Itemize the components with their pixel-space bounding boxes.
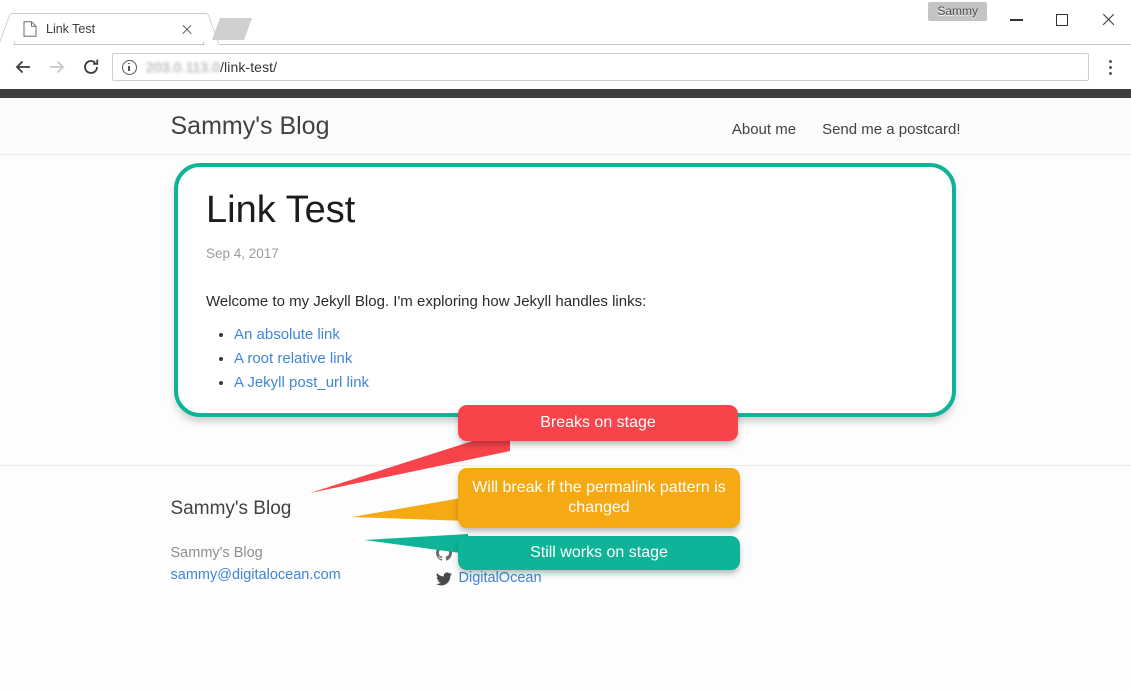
page-icon: [23, 21, 37, 37]
post-intro: Welcome to my Jekyll Blog. I'm exploring…: [206, 292, 647, 310]
browser-toolbar: 203.0.113.0/link-test/: [0, 44, 1131, 89]
forward-button[interactable]: [40, 50, 74, 84]
profile-chip[interactable]: Sammy: [928, 2, 987, 21]
page-viewport: Sammy's Blog About me Send me a postcard…: [0, 98, 1131, 692]
close-icon: [1101, 13, 1116, 28]
url-path: /link-test/: [220, 59, 278, 75]
address-bar[interactable]: 203.0.113.0/link-test/: [112, 53, 1089, 81]
url-host: 203.0.113.0: [146, 59, 221, 75]
callout-breaks-on-stage: Breaks on stage: [458, 405, 738, 441]
maximize-icon: [1056, 14, 1068, 26]
site-header: Sammy's Blog About me Send me a postcard…: [0, 98, 1131, 155]
minimize-icon: [1009, 19, 1023, 21]
info-icon[interactable]: [122, 59, 137, 75]
tab-close-icon[interactable]: [179, 21, 195, 37]
footer-email-link[interactable]: sammy@digitalocean.com: [171, 567, 341, 583]
browser-tab[interactable]: Link Test: [14, 13, 204, 44]
callout-text: Will break if the permalink pattern is c…: [472, 479, 726, 516]
nav-link-send-postcard[interactable]: Send me a postcard!: [822, 121, 960, 138]
post-title: Link Test: [206, 189, 356, 231]
three-dot-menu-icon[interactable]: [1095, 50, 1125, 84]
post-date: Sep 4, 2017: [206, 245, 279, 261]
nav-link-about-me[interactable]: About me: [732, 121, 796, 138]
list-item: An absolute link: [234, 326, 924, 343]
list-item: A root relative link: [234, 350, 924, 367]
link-root-relative[interactable]: A root relative link: [234, 350, 352, 367]
back-button[interactable]: [6, 50, 40, 84]
maximize-button[interactable]: [1039, 0, 1085, 40]
new-tab-button[interactable]: [211, 18, 253, 40]
callout-tail-teal: [364, 534, 468, 554]
reload-button[interactable]: [74, 50, 108, 84]
footer-twitter-row[interactable]: DigitalOcean: [435, 567, 586, 589]
callout-tail-orange: [352, 497, 467, 521]
forward-arrow-icon: [50, 60, 65, 74]
browser-window: Link Test Sammy 203.0.113.0/link-test/ S…: [0, 0, 1131, 692]
link-post-url[interactable]: A Jekyll post_url link: [234, 374, 369, 391]
site-nav: About me Send me a postcard!: [732, 121, 961, 138]
twitter-icon: [435, 571, 452, 587]
callout-still-works: Still works on stage: [458, 536, 740, 570]
callout-text: Breaks on stage: [540, 414, 656, 431]
footer-twitter-link[interactable]: DigitalOcean: [459, 567, 542, 589]
viewport-top-strip: [0, 89, 1131, 98]
callout-permalink-warning: Will break if the permalink pattern is c…: [458, 468, 740, 528]
site-title: Sammy's Blog: [170, 111, 330, 140]
post-content-area: Link Test Sep 4, 2017 Welcome to my Jeky…: [0, 155, 1131, 570]
address-bar-url: 203.0.113.0/link-test/: [146, 59, 277, 75]
browser-titlebar: Link Test Sammy: [0, 0, 1131, 44]
minimize-button[interactable]: [993, 0, 1039, 40]
close-window-button[interactable]: [1085, 0, 1131, 40]
back-arrow-icon: [15, 60, 30, 74]
post-card: Link Test Sep 4, 2017 Welcome to my Jeky…: [174, 163, 956, 417]
list-item: A Jekyll post_url link: [234, 374, 924, 391]
tab-title: Link Test: [46, 22, 96, 36]
callout-text: Still works on stage: [530, 544, 668, 561]
window-controls: [993, 0, 1131, 40]
reload-icon: [84, 59, 99, 74]
link-absolute[interactable]: An absolute link: [234, 326, 340, 343]
post-link-list: An absolute link A root relative link A …: [234, 326, 924, 391]
